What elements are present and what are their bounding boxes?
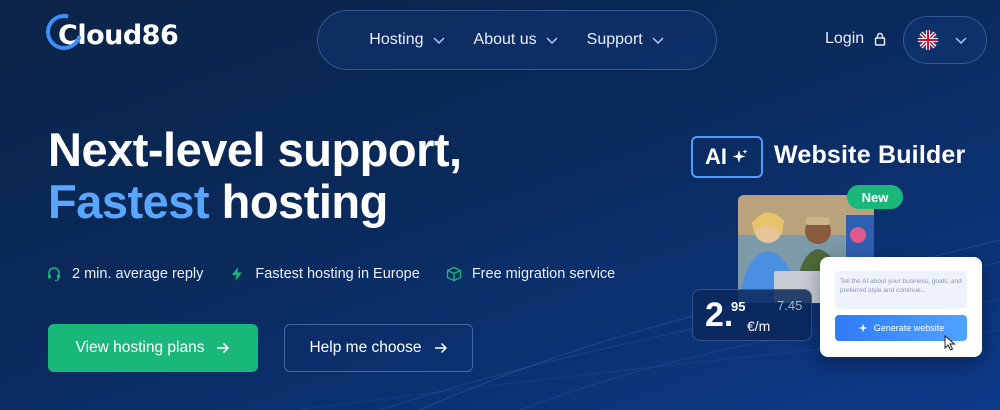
nav-item-label: Hosting [369, 31, 424, 48]
box-icon [446, 266, 461, 282]
button-label: Help me choose [309, 339, 422, 356]
hero-title: Next-level support, Fastest hosting [48, 124, 462, 228]
chevron-down-icon [652, 37, 664, 45]
feature-item: Fastest hosting in Europe [229, 266, 420, 282]
price-integer: 2. [705, 296, 734, 334]
sparkle-icon [858, 323, 868, 333]
feature-label: 2 min. average reply [72, 266, 204, 282]
mouse-cursor-icon [944, 335, 956, 351]
lightning-icon [232, 267, 243, 281]
language-selector[interactable] [903, 16, 987, 64]
lock-icon [874, 32, 886, 46]
nav-item-hosting[interactable]: Hosting [369, 31, 445, 49]
main-nav: Hosting About us Support [317, 10, 717, 70]
login-link[interactable]: Login [825, 30, 886, 48]
hero-title-accent: Fastest [48, 175, 210, 228]
price-card: 2. 95 7.45 €/m [692, 289, 812, 341]
help-me-choose-button[interactable]: Help me choose [284, 324, 473, 372]
price-old: 7.45 [777, 298, 803, 313]
nav-item-label: Support [586, 31, 643, 48]
new-badge: New [847, 185, 903, 209]
feature-item: Free migration service [446, 266, 615, 282]
feature-label: Free migration service [471, 266, 616, 282]
uk-flag-icon [918, 30, 938, 50]
sparkle-icon [732, 149, 748, 163]
price-unit: €/m [747, 318, 771, 334]
headset-icon [48, 267, 60, 282]
chevron-down-icon [955, 37, 967, 45]
feature-list: 2 min. average reply Fastest hosting in … [46, 266, 615, 282]
hero-title-line1: Next-level support, [48, 123, 462, 176]
nav-item-support[interactable]: Support [587, 31, 665, 49]
hero-title-rest: hosting [221, 175, 389, 228]
logo[interactable]: Cloud86 [39, 7, 179, 57]
feature-item: 2 min. average reply [46, 266, 203, 282]
chevron-down-icon [546, 37, 558, 45]
ai-badge-label: AI [705, 144, 727, 169]
feature-label: Fastest hosting in Europe [255, 266, 420, 282]
arrow-right-icon [217, 342, 230, 354]
price-decimals: 95 [731, 299, 746, 314]
chevron-down-icon [432, 37, 445, 45]
ai-badge: AI [691, 136, 763, 178]
login-label: Login [825, 30, 865, 47]
nav-item-label: About us [473, 31, 537, 48]
nav-item-about-us[interactable]: About us [474, 31, 559, 49]
arrow-right-icon [434, 342, 447, 354]
button-label: View hosting plans [75, 339, 205, 356]
button-label: Generate website [873, 323, 945, 333]
ai-prompt-field[interactable]: Tell the AI about your business, goals, … [835, 271, 967, 309]
view-hosting-plans-button[interactable]: View hosting plans [48, 324, 258, 372]
website-builder-title: Website Builder [774, 141, 966, 169]
